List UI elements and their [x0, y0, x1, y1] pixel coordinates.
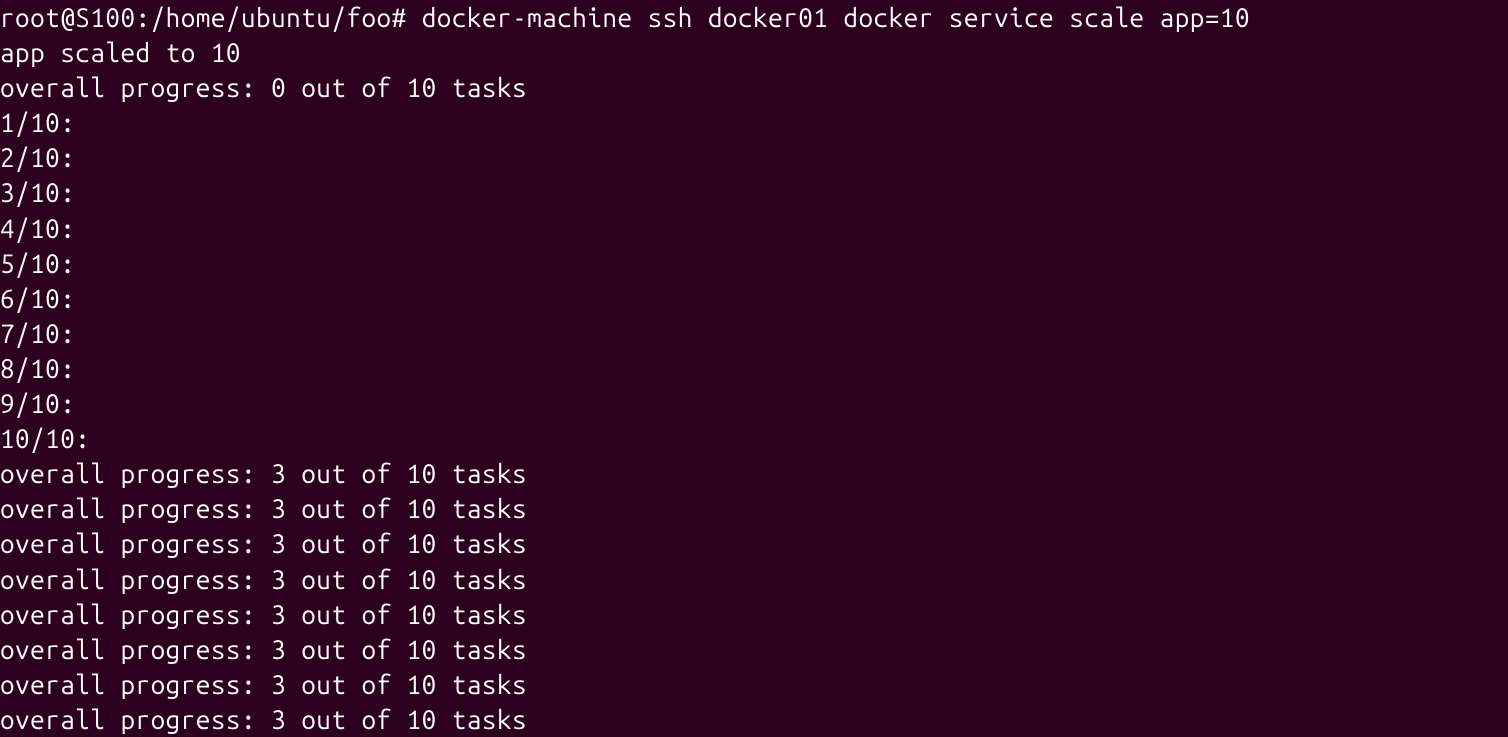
output-progress-update-4: overall progress: 3 out of 10 tasks — [0, 562, 1508, 597]
command-text: docker-machine ssh docker01 docker servi… — [422, 3, 1250, 32]
output-progress-update-6: overall progress: 3 out of 10 tasks — [0, 632, 1508, 667]
output-progress-update-1: overall progress: 3 out of 10 tasks — [0, 456, 1508, 491]
prompt-separator: : — [136, 3, 151, 32]
output-task-4: 4/10: — [0, 211, 1508, 246]
prompt-space — [407, 3, 422, 32]
output-task-2: 2/10: — [0, 140, 1508, 175]
output-task-5: 5/10: — [0, 246, 1508, 281]
output-task-10: 10/10: — [0, 421, 1508, 456]
output-progress-update-5: overall progress: 3 out of 10 tasks — [0, 597, 1508, 632]
output-task-1: 1/10: — [0, 105, 1508, 140]
prompt-line: root@S100:/home/ubuntu/foo# docker-machi… — [0, 0, 1508, 35]
output-progress-update-2: overall progress: 3 out of 10 tasks — [0, 491, 1508, 526]
terminal-window[interactable]: root@S100:/home/ubuntu/foo# docker-machi… — [0, 0, 1508, 737]
output-task-7: 7/10: — [0, 316, 1508, 351]
output-scaled-msg: app scaled to 10 — [0, 35, 1508, 70]
output-task-6: 6/10: — [0, 281, 1508, 316]
output-task-8: 8/10: — [0, 351, 1508, 386]
output-progress-initial: overall progress: 0 out of 10 tasks — [0, 70, 1508, 105]
output-task-3: 3/10: — [0, 175, 1508, 210]
prompt-symbol: # — [392, 3, 407, 32]
prompt-path: /home/ubuntu/foo — [151, 3, 392, 32]
output-progress-update-7: overall progress: 3 out of 10 tasks — [0, 667, 1508, 702]
prompt-user-host: root@S100 — [0, 3, 136, 32]
output-progress-update-3: overall progress: 3 out of 10 tasks — [0, 526, 1508, 561]
output-progress-update-8: overall progress: 3 out of 10 tasks — [0, 702, 1508, 737]
output-task-9: 9/10: — [0, 386, 1508, 421]
